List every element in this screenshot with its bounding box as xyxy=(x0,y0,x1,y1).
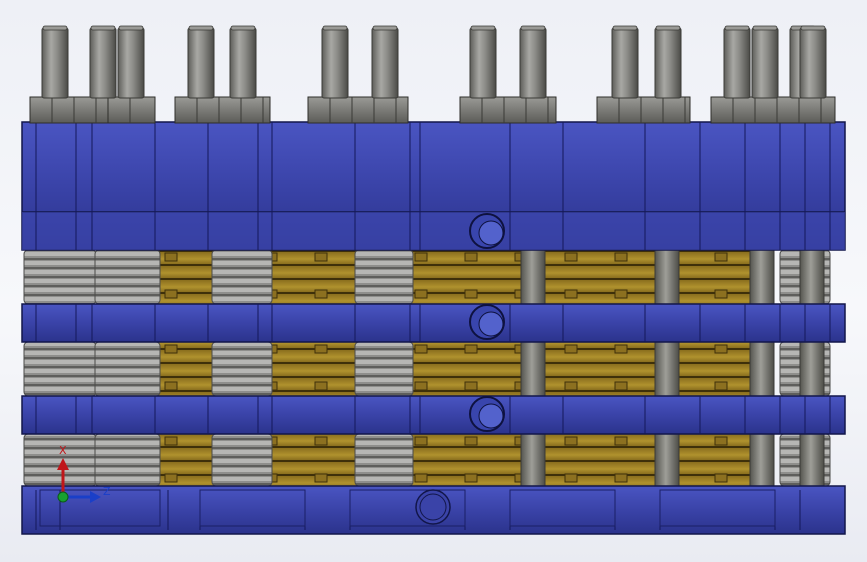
x-axis-label: X xyxy=(59,444,67,457)
y-axis-dot-icon xyxy=(57,491,69,503)
x-axis-arrow-icon xyxy=(57,458,69,497)
z-axis-label: Z xyxy=(103,485,111,498)
orientation-triad: X Z xyxy=(57,444,111,503)
cad-viewport[interactable]: X Z xyxy=(0,0,867,562)
z-axis-arrow-icon xyxy=(63,491,101,503)
